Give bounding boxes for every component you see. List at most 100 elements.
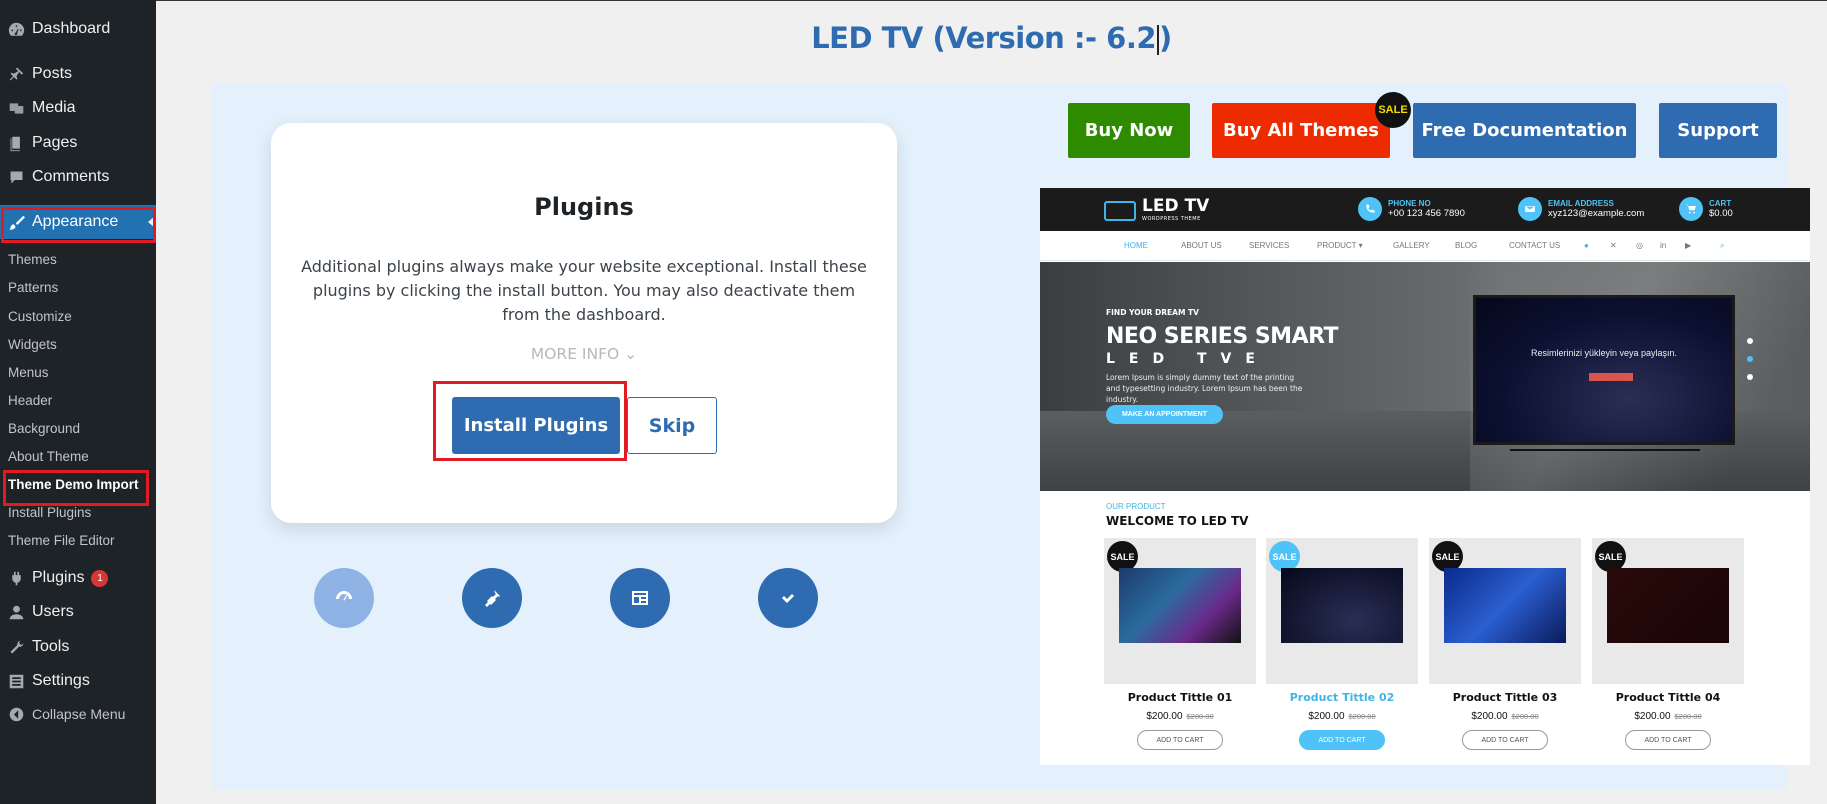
menu-plugins-label: Plugins xyxy=(32,569,85,586)
submenu-themes[interactable]: Themes xyxy=(8,252,57,267)
product-card: SALE xyxy=(1104,538,1256,684)
buy-now-button[interactable]: Buy Now xyxy=(1068,103,1190,158)
preview-nav-about: ABOUT US xyxy=(1181,241,1222,250)
pages-icon xyxy=(7,134,25,152)
hero-appointment-button: MAKE AN APPOINTMENT xyxy=(1106,405,1223,424)
collapse-icon xyxy=(7,705,25,723)
add-to-cart: ADD TO CART xyxy=(1462,730,1548,750)
plug-icon xyxy=(7,569,25,587)
product-price: $200.00 $200.00 xyxy=(1429,711,1581,722)
price-old: $200.00 xyxy=(1348,712,1376,721)
product-image xyxy=(1444,568,1566,643)
menu-dashboard[interactable]: Dashboard xyxy=(0,12,156,46)
preview-nav-contact: CONTACT US xyxy=(1509,241,1561,250)
dashboard-icon xyxy=(7,20,25,38)
preview-hero: Resimlerinizi yükleyin veya paylaşın. FI… xyxy=(1040,262,1810,491)
menu-settings[interactable]: Settings xyxy=(0,664,156,698)
menu-pages-label: Pages xyxy=(32,134,78,151)
step-dashboard[interactable] xyxy=(314,568,374,628)
submenu-install-plugins[interactable]: Install Plugins xyxy=(8,505,91,520)
page-title-close: ) xyxy=(1159,21,1172,55)
email-label: EMAIL ADDRESS xyxy=(1548,198,1614,208)
linkedin-icon: in xyxy=(1660,241,1667,250)
tv-logo-icon xyxy=(1104,201,1136,221)
add-to-cart: ADD TO CART xyxy=(1299,730,1385,750)
tv-screen-text: Resimlerinizi yükleyin veya paylaşın. xyxy=(1530,348,1678,358)
submenu-theme-file-editor[interactable]: Theme File Editor xyxy=(8,533,115,548)
page-title: LED TV (Version :- 6.2) xyxy=(156,21,1827,55)
preview-nav-blog: BLOG xyxy=(1455,241,1478,250)
step-plugins[interactable] xyxy=(462,568,522,628)
add-to-cart: ADD TO CART xyxy=(1137,730,1223,750)
submenu-menus[interactable]: Menus xyxy=(8,365,49,380)
menu-collapse[interactable]: Collapse Menu xyxy=(0,697,156,731)
skip-button[interactable]: Skip xyxy=(627,397,717,454)
buy-all-themes-button[interactable]: Buy All Themes xyxy=(1212,103,1390,158)
hero-tv: Resimlerinizi yükleyin veya paylaşın. xyxy=(1473,295,1735,445)
card-heading: Plugins xyxy=(534,193,634,221)
price-old: $200.00 xyxy=(1186,712,1214,721)
product-price: $200.00 $200.00 xyxy=(1592,711,1744,722)
plugins-card: Plugins Additional plugins always make y… xyxy=(271,123,897,523)
submenu-widgets[interactable]: Widgets xyxy=(8,337,57,352)
search-icon: ⌕ xyxy=(1720,241,1725,250)
product-card: SALE xyxy=(1429,538,1581,684)
settings-icon xyxy=(7,672,25,690)
plug-icon xyxy=(485,590,500,607)
highlight-theme-demo-import xyxy=(3,470,149,506)
media-icon xyxy=(7,99,25,117)
menu-posts[interactable]: Posts xyxy=(0,57,156,91)
email-value: xyz123@example.com xyxy=(1548,207,1645,219)
add-to-cart: ADD TO CART xyxy=(1625,730,1711,750)
preview-logo: LED TV WORDPRESS THEME xyxy=(1142,196,1209,222)
submenu-about-theme[interactable]: About Theme xyxy=(8,449,89,464)
more-info-toggle[interactable]: MORE INFO ⌄ xyxy=(271,345,897,363)
menu-posts-label: Posts xyxy=(32,65,73,82)
price-current: $200.00 xyxy=(1308,711,1345,722)
preview-nav-product: PRODUCT ▾ xyxy=(1317,241,1363,250)
menu-media-label: Media xyxy=(32,99,76,116)
welcome-heading: WELCOME TO LED TV xyxy=(1106,514,1249,528)
submenu-customize[interactable]: Customize xyxy=(8,309,72,324)
admin-sidebar: Dashboard Posts Media Pages Comments App… xyxy=(0,0,156,804)
product-price: $200.00 $200.00 xyxy=(1266,711,1418,722)
wrench-icon xyxy=(7,638,25,656)
step-layout[interactable] xyxy=(610,568,670,628)
support-button[interactable]: Support xyxy=(1659,103,1777,158)
menu-pages[interactable]: Pages xyxy=(0,126,156,160)
our-product-label: OUR PRODUCT xyxy=(1106,502,1166,511)
submenu-background[interactable]: Background xyxy=(8,421,80,436)
instagram-icon: ◎ xyxy=(1636,241,1643,250)
product-name: Product Tittle 04 xyxy=(1615,691,1721,704)
pushpin-icon xyxy=(7,65,25,83)
free-documentation-button[interactable]: Free Documentation xyxy=(1413,103,1636,158)
slider-dot xyxy=(1747,338,1753,344)
menu-settings-label: Settings xyxy=(32,672,90,689)
menu-plugins[interactable]: Plugins 1 xyxy=(0,561,156,595)
preview-nav-gallery: GALLERY xyxy=(1393,241,1430,250)
step-finish[interactable] xyxy=(758,568,818,628)
hero-title: NEO SERIES SMART xyxy=(1106,324,1339,349)
preview-cart: CART $0.00 xyxy=(1679,197,1733,221)
hero-kicker: FIND YOUR DREAM TV xyxy=(1106,308,1199,317)
submenu-header[interactable]: Header xyxy=(8,393,52,408)
menu-dashboard-label: Dashboard xyxy=(32,20,111,37)
price-old: $200.00 xyxy=(1511,712,1539,721)
hero-text: Lorem Ipsum is simply dummy text of the … xyxy=(1106,373,1303,404)
menu-media[interactable]: Media xyxy=(0,91,156,125)
hero-subtitle: LED TVE xyxy=(1106,351,1269,367)
comment-icon xyxy=(7,168,25,186)
product-image xyxy=(1607,568,1729,643)
preview-nav-home: HOME xyxy=(1124,241,1148,250)
menu-tools[interactable]: Tools xyxy=(0,630,156,664)
menu-users[interactable]: Users xyxy=(0,595,156,629)
cart-icon xyxy=(1679,197,1703,221)
highlight-appearance xyxy=(1,207,156,243)
preview-logo-sub: WORDPRESS THEME xyxy=(1142,216,1201,222)
demo-import-panel: Plugins Additional plugins always make y… xyxy=(211,83,1810,790)
product-price: $200.00 $200.00 xyxy=(1104,711,1256,722)
menu-tools-label: Tools xyxy=(32,638,70,655)
submenu-patterns[interactable]: Patterns xyxy=(8,280,58,295)
product-image xyxy=(1281,568,1403,643)
menu-comments[interactable]: Comments xyxy=(0,160,156,194)
